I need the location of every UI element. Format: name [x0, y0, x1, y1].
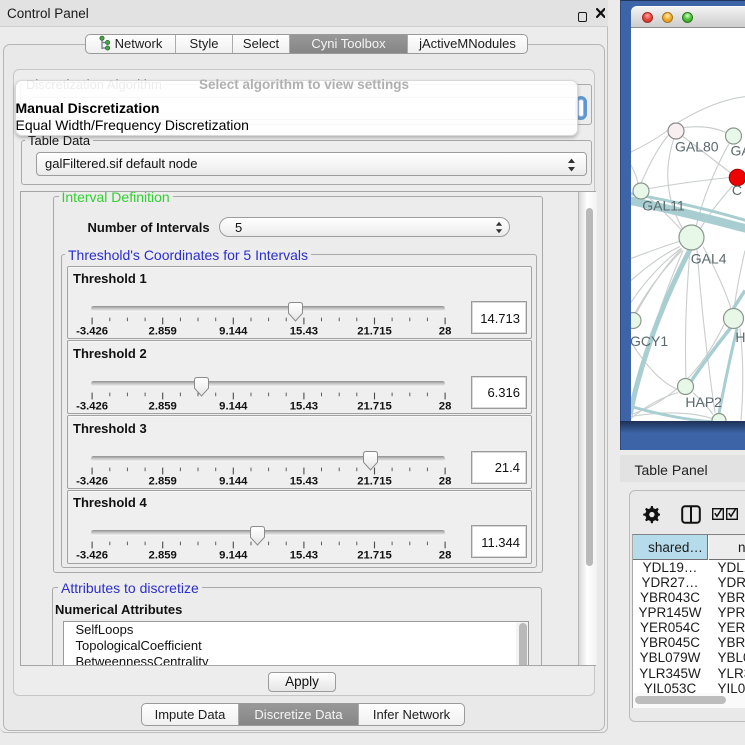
svg-text:GAL80: GAL80 [675, 138, 719, 154]
svg-text:21.715: 21.715 [357, 475, 392, 487]
svg-text:21.715: 21.715 [357, 325, 392, 337]
svg-text:28: 28 [438, 550, 451, 562]
svg-text:15.43: 15.43 [289, 475, 317, 487]
svg-text:28: 28 [438, 400, 451, 412]
svg-text:GCY1: GCY1 [631, 333, 668, 349]
svg-text:-3.426: -3.426 [76, 550, 108, 562]
svg-text:28: 28 [438, 325, 451, 337]
svg-text:-3.426: -3.426 [76, 325, 108, 337]
svg-text:HAP2: HAP2 [685, 394, 722, 410]
svg-text:2.859: 2.859 [148, 475, 176, 487]
svg-text:21.715: 21.715 [357, 550, 392, 562]
svg-text:28: 28 [438, 475, 451, 487]
svg-text:GAL4: GAL4 [691, 250, 727, 266]
svg-text:9.144: 9.144 [219, 325, 248, 337]
svg-text:2.859: 2.859 [148, 325, 176, 337]
svg-text:15.43: 15.43 [289, 550, 317, 562]
svg-text:2.859: 2.859 [148, 400, 176, 412]
svg-text:GAL11: GAL11 [642, 197, 685, 213]
svg-text:9.144: 9.144 [219, 550, 248, 562]
svg-text:9.144: 9.144 [219, 475, 248, 487]
svg-text:15.43: 15.43 [289, 400, 317, 412]
svg-text:-3.426: -3.426 [76, 400, 108, 412]
svg-text:9.144: 9.144 [219, 400, 248, 412]
svg-text:GA: GA [731, 142, 745, 158]
svg-text:2.859: 2.859 [148, 550, 176, 562]
svg-text:H: H [735, 329, 745, 345]
svg-text:C: C [732, 182, 742, 198]
svg-text:-3.426: -3.426 [76, 475, 108, 487]
svg-text:15.43: 15.43 [289, 325, 317, 337]
svg-text:21.715: 21.715 [357, 400, 392, 412]
